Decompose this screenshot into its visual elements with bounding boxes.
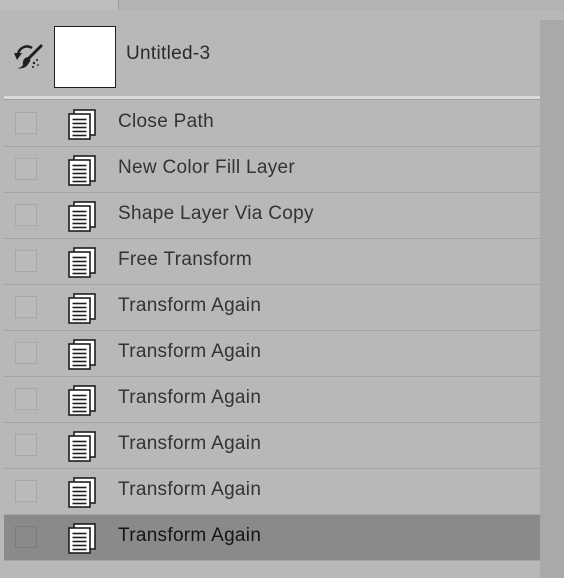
document-icon	[66, 154, 98, 186]
history-item-label: Close Path	[118, 111, 214, 132]
history-item[interactable]: Transform Again	[4, 515, 540, 561]
history-source-checkbox[interactable]	[15, 112, 37, 134]
history-brush-icon[interactable]	[12, 43, 44, 71]
history-item[interactable]: Transform Again	[4, 377, 540, 423]
history-item-label: New Color Fill Layer	[118, 157, 296, 178]
history-item-label: Transform Again	[118, 341, 262, 362]
history-item[interactable]: Transform Again	[4, 469, 540, 515]
history-item-label: Transform Again	[118, 295, 262, 316]
document-icon	[66, 338, 98, 370]
document-icon	[66, 292, 98, 324]
history-source-checkbox[interactable]	[15, 296, 37, 318]
history-source-checkbox[interactable]	[15, 526, 37, 548]
history-item[interactable]: Transform Again	[4, 331, 540, 377]
history-source-checkbox[interactable]	[15, 204, 37, 226]
snapshot-divider	[4, 96, 540, 100]
panel-tab-strip	[0, 0, 564, 10]
history-list: Close Path New Color Fill Layer Shape Laye…	[4, 101, 540, 561]
snapshot-row[interactable]: Untitled-3	[0, 10, 540, 98]
history-item[interactable]: Transform Again	[4, 285, 540, 331]
document-icon	[66, 108, 98, 140]
document-icon	[66, 430, 98, 462]
document-icon	[66, 200, 98, 232]
history-item[interactable]: Free Transform	[4, 239, 540, 285]
history-source-checkbox[interactable]	[15, 250, 37, 272]
document-icon	[66, 522, 98, 554]
history-item[interactable]: Close Path	[4, 101, 540, 147]
document-icon	[66, 246, 98, 278]
history-source-checkbox[interactable]	[15, 434, 37, 456]
history-item-label: Shape Layer Via Copy	[118, 203, 314, 224]
history-item[interactable]: New Color Fill Layer	[4, 147, 540, 193]
history-source-checkbox[interactable]	[15, 388, 37, 410]
history-item-label: Transform Again	[118, 387, 262, 408]
history-item-label: Free Transform	[118, 249, 253, 270]
snapshot-thumbnail[interactable]	[54, 26, 116, 88]
history-item-label: Transform Again	[118, 525, 262, 546]
document-icon	[66, 384, 98, 416]
history-item[interactable]: Transform Again	[4, 423, 540, 469]
panel-tab-edge[interactable]	[0, 0, 119, 10]
history-panel: Untitled-3 Close Path New Color Fill Laye…	[0, 0, 564, 578]
scrollbar-track[interactable]	[540, 20, 564, 578]
history-item[interactable]: Shape Layer Via Copy	[4, 193, 540, 239]
history-item-label: Transform Again	[118, 433, 262, 454]
history-source-checkbox[interactable]	[15, 480, 37, 502]
history-item-label: Transform Again	[118, 479, 262, 500]
history-source-checkbox[interactable]	[15, 342, 37, 364]
snapshot-label: Untitled-3	[126, 43, 211, 64]
history-source-checkbox[interactable]	[15, 158, 37, 180]
document-icon	[66, 476, 98, 508]
